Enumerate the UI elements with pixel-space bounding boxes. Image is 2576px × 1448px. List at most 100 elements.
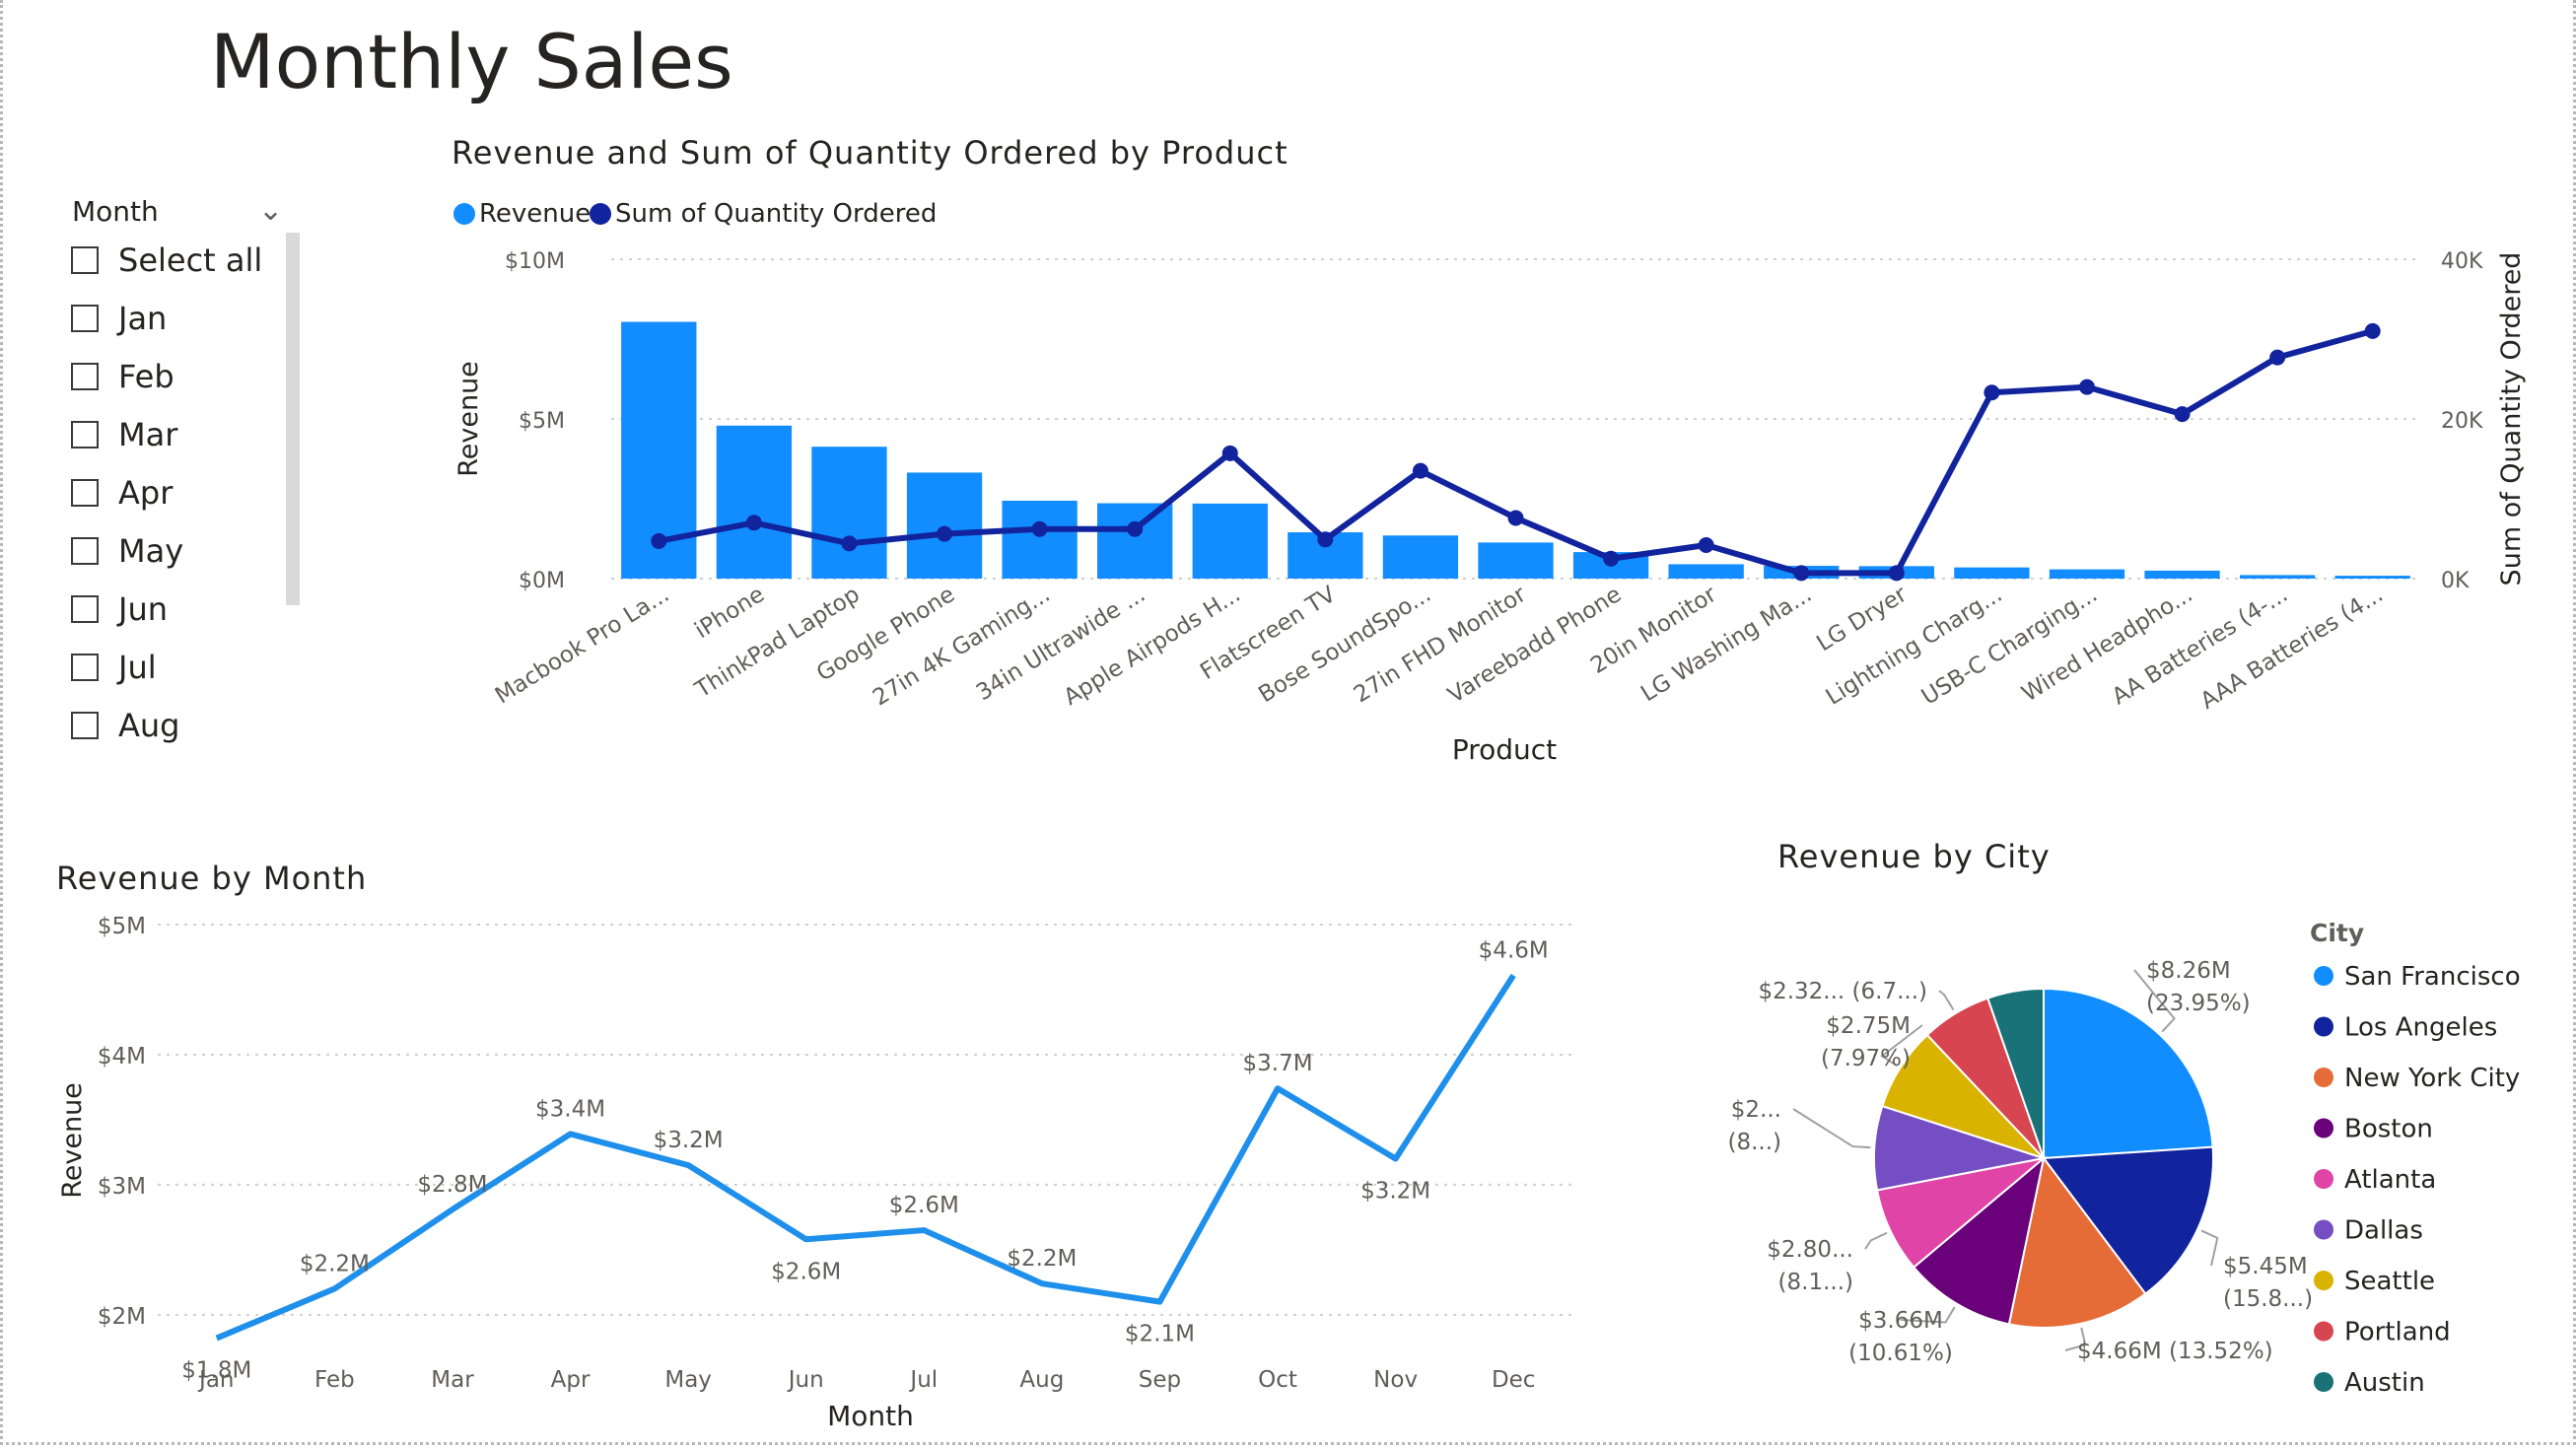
bar-revenue [811,447,887,579]
y2-tick-label: 40K [2441,249,2483,274]
point-quantity [651,532,667,549]
x-tick-label: AAA Batteries (4... [2196,582,2388,715]
bar-revenue [2334,576,2410,579]
data-label: $3.2M [654,1128,724,1153]
data-label: $2.32... (6.7...) [1758,979,1927,1004]
data-label: $3.66M [1858,1308,1943,1334]
y-tick-label: $2M [98,1304,146,1330]
y-tick-label: $10M [505,249,565,274]
data-label: $2.2M [300,1251,370,1276]
y-tick-label: $3M [98,1174,146,1200]
data-label: $3.7M [1243,1051,1313,1076]
legend-dot [2314,1118,2333,1138]
point-quantity [1507,510,1524,526]
y-tick-label: $5M [519,409,565,434]
x-tick-label: May [664,1367,712,1393]
data-label: $2.80... [1767,1237,1853,1263]
leader-line [2200,1229,2219,1267]
legend-label: Dallas [2344,1216,2423,1246]
point-quantity [1221,445,1238,461]
x-tick-label: Sep [1139,1367,1181,1393]
x-tick-label: Jun [787,1367,824,1393]
legend-label: Austin [2344,1368,2425,1398]
legend-label: Los Angeles [2344,1013,2497,1043]
x-tick-label: Feb [314,1367,355,1393]
bar-revenue [1954,567,2030,579]
legend-label: Seattle [2344,1267,2435,1296]
y-tick-label: $4M [98,1044,146,1069]
y2-tick-label: 0K [2441,569,2470,593]
x-tick-label: USB-C Charging... [1917,582,2102,711]
x-tick-label: ThinkPad Laptop [690,582,865,704]
point-quantity [1984,384,2000,401]
legend-label: Portland [2344,1318,2451,1347]
bar-revenue [1192,503,1268,579]
legend-dot [2314,1219,2333,1240]
data-label: (8...) [1727,1130,1781,1155]
data-label: $8.26M [2146,958,2231,984]
point-quantity [2174,406,2191,423]
data-label: $2.2M [1007,1246,1077,1272]
legend-dot [2314,1372,2333,1392]
point-quantity [1412,462,1428,479]
y-tick-label: $5M [98,914,146,939]
x-tick-label: LG Washing Ma... [1636,582,1816,707]
bar-revenue [906,472,983,579]
point-quantity [2269,349,2286,366]
legend-dot [2314,1068,2333,1087]
point-quantity [1698,536,1714,553]
legend-label: San Francisco [2344,962,2521,992]
data-label: (23.95%) [2146,991,2251,1016]
city-pie-chart: $8.26M (23.95%) $5.45M (15.8...) $4.66M (13.… [1727,919,2521,1398]
legend-dot [2314,1169,2333,1189]
point-quantity [745,515,762,531]
data-label: $2.6M [771,1259,841,1284]
leader-line [1792,1108,1871,1149]
y-axis-label: Revenue [453,361,484,477]
point-quantity [1317,531,1334,548]
x-axis-label: Product [1452,733,1557,766]
legend-dot [2314,966,2333,986]
data-label: $4.6M [1479,937,1549,963]
data-label: $2... [1731,1097,1781,1123]
x-tick-label: Aug [1019,1367,1064,1393]
bar-revenue [1097,503,1173,579]
point-quantity [2078,379,2095,395]
x-tick-label: Apr [551,1367,591,1393]
data-label: $4.66M (13.52%) [2077,1339,2273,1364]
x-tick-label: Mar [431,1367,474,1393]
data-label: $2.1M [1125,1322,1195,1347]
x-tick-label: 27in FHD Monitor [1350,582,1531,709]
x-tick-label: Dec [1492,1367,1536,1393]
y-axis-label: Revenue [57,1082,88,1199]
data-label: (7.97%) [1821,1046,1911,1071]
bar-revenue [2239,575,2316,579]
point-quantity [937,525,953,542]
month-line-chart: $2M$3M$4M$5MRevenueMonthJan Feb Mar Apr May J… [57,914,1572,1432]
data-label: (10.61%) [1848,1341,1953,1366]
bar-revenue [716,425,793,579]
legend-dot [2314,1321,2333,1342]
y2-tick-label: 20K [2441,409,2483,434]
x-tick-label: Apple Airpods H... [1060,582,1245,711]
point-quantity [841,535,858,552]
x-tick-label: Jul [908,1367,938,1393]
y-tick-label: $0M [519,569,565,593]
bar-revenue [1382,535,1459,579]
leader-line [1938,990,1955,1011]
x-tick-label: Bose SoundSpo... [1254,582,1435,708]
x-tick-label: iPhone [690,582,769,644]
bar-revenue [1002,500,1078,579]
point-quantity [1793,565,1810,582]
point-quantity [1127,520,1144,537]
data-label: (15.8...) [2223,1286,2313,1312]
point-quantity [1031,520,1048,537]
x-axis-label: Month [827,1400,914,1432]
y2-axis-label: Sum of Quantity Ordered [2496,252,2527,586]
x-tick-label: Vareebadd Phone [1443,582,1626,709]
legend-title: City [2310,919,2364,947]
legend-label: New York City [2344,1064,2520,1093]
leader-line [1864,1231,1888,1250]
bar-revenue [1668,564,1744,579]
bar-revenue [2144,570,2220,579]
